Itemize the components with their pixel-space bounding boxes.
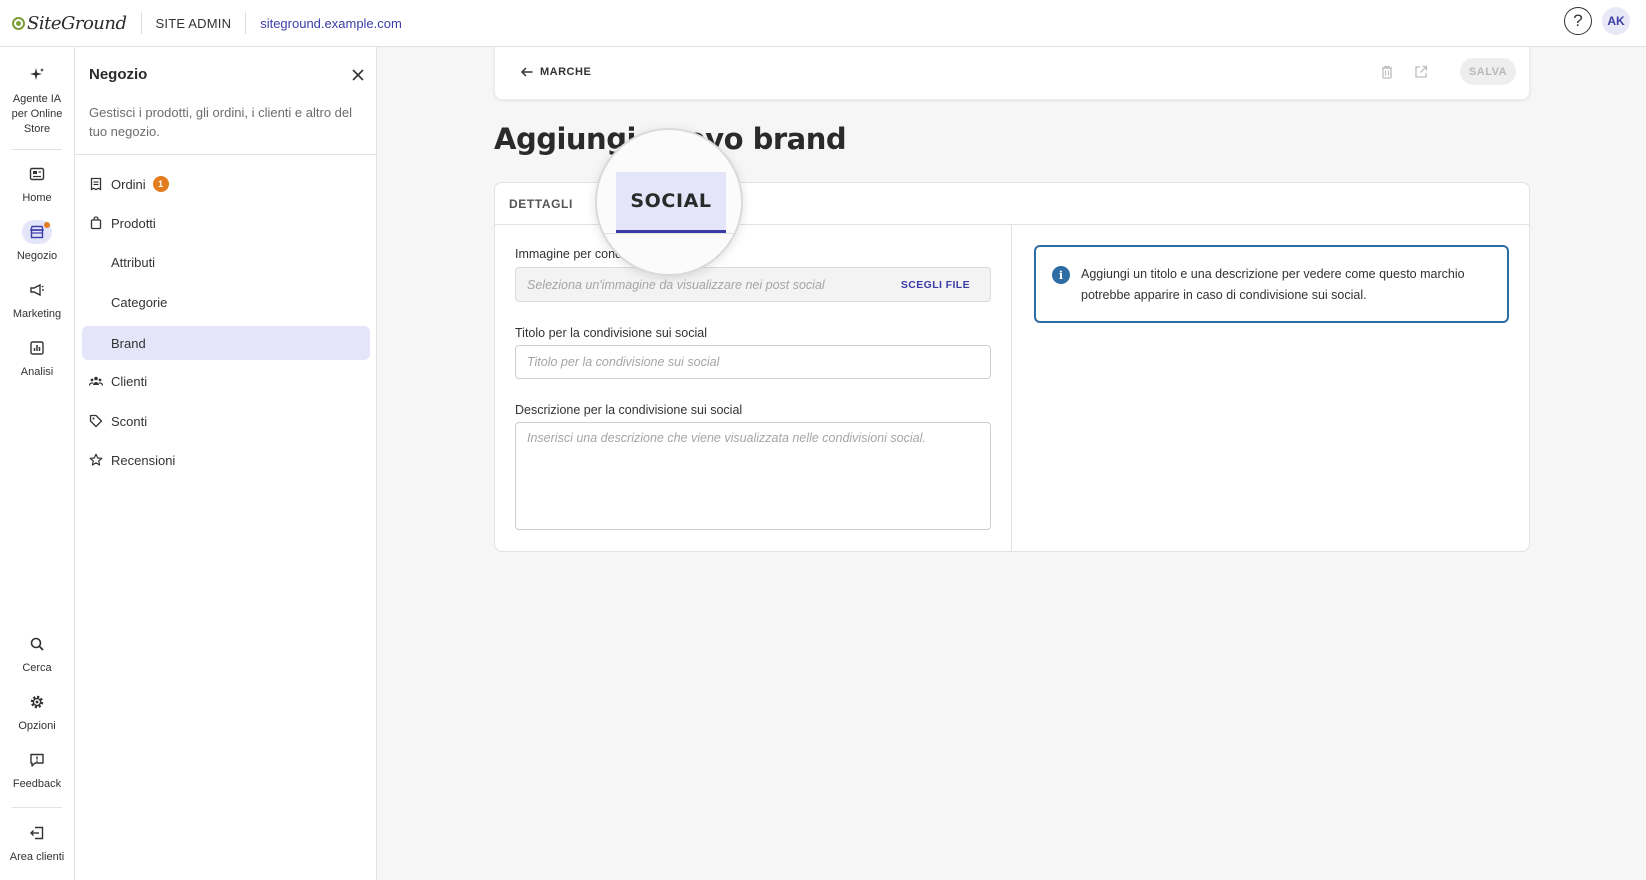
close-icon[interactable] — [351, 68, 365, 82]
sparkle-icon — [22, 63, 52, 87]
divider — [75, 154, 377, 155]
info-icon: i — [1052, 266, 1070, 284]
image-placeholder: Seleziona un'immagine da visualizzare ne… — [527, 277, 825, 292]
nav-label: Sconti — [111, 413, 148, 429]
nav-label: Clienti — [111, 373, 148, 389]
tab-details[interactable]: DETTAGLI — [509, 183, 573, 225]
title-field-label: Titolo per la condivisione sui social — [515, 326, 707, 340]
rail-label: Negozio — [16, 250, 58, 262]
rail-item-feedback[interactable]: Feedback — [0, 748, 74, 792]
nav-item-orders[interactable]: Ordini 1 — [82, 167, 370, 201]
rail-label: Opzioni — [18, 720, 56, 732]
rail-label: Agente IA per Online Store — [11, 93, 63, 135]
receipt-icon — [89, 177, 103, 191]
image-field[interactable]: Seleziona un'immagine da visualizzare ne… — [515, 267, 991, 302]
nav-label: Recensioni — [111, 452, 176, 468]
back-label: MARCHE — [540, 66, 592, 78]
home-icon — [22, 162, 52, 186]
rail-label: Area clienti — [9, 851, 65, 863]
rail-item-search[interactable]: Cerca — [0, 632, 74, 676]
rail-label: Analisi — [20, 366, 54, 378]
nav-item-brand[interactable]: Brand — [82, 326, 370, 360]
rail-item-home[interactable]: Home — [0, 162, 74, 206]
nav-item-customers[interactable]: Clienti — [82, 364, 370, 398]
chart-icon — [22, 336, 52, 360]
magnified-tab-social: SOCIAL — [616, 172, 726, 233]
rail-item-analytics[interactable]: Analisi — [0, 336, 74, 380]
nav-label: Categorie — [111, 294, 168, 310]
rail-label: Feedback — [12, 778, 62, 790]
trash-icon[interactable] — [1379, 64, 1395, 80]
panel-title: Negozio — [89, 66, 148, 83]
nav-label: Ordini — [111, 176, 146, 192]
rail-label: Home — [22, 192, 52, 204]
rail-item-options[interactable]: Opzioni — [0, 690, 74, 734]
social-description-textarea[interactable]: Inserisci una descrizione che viene visu… — [515, 422, 991, 530]
store-panel: Negozio Gestisci i prodotti, gli ordini,… — [75, 47, 377, 880]
nav-label: Attributi — [111, 254, 156, 270]
arrow-left-icon — [520, 67, 533, 77]
help-button[interactable]: ? — [1564, 7, 1592, 35]
nav-item-products[interactable]: Prodotti — [82, 206, 370, 240]
rail-item-client-area[interactable]: Area clienti — [0, 821, 74, 865]
store-icon — [22, 220, 52, 244]
description-placeholder: Inserisci una descrizione che viene visu… — [527, 431, 926, 445]
bag-icon — [89, 216, 103, 230]
divider — [12, 807, 62, 808]
rail-item-marketing[interactable]: Marketing — [0, 278, 74, 322]
external-link-icon[interactable] — [1413, 64, 1429, 80]
info-box: i Aggiungi un titolo e una descrizione p… — [1034, 245, 1509, 323]
nav-item-attributes[interactable]: Attributi — [82, 245, 370, 279]
avatar[interactable]: AK — [1602, 7, 1630, 35]
question-icon: ? — [1573, 11, 1583, 30]
back-to-brands-link[interactable]: MARCHE — [520, 65, 591, 79]
divider — [140, 12, 142, 34]
tab-label: DETTAGLI — [509, 197, 573, 211]
nav-label: Prodotti — [111, 215, 156, 231]
megaphone-icon — [22, 278, 52, 302]
choose-file-button[interactable]: SCEGLI FILE — [901, 279, 970, 291]
site-url-link[interactable]: siteground.example.com — [260, 16, 402, 31]
divider — [245, 12, 247, 34]
save-button[interactable]: SALVA — [1460, 58, 1516, 85]
search-icon — [22, 632, 52, 656]
editor-header: MARCHE SALVA — [494, 47, 1530, 100]
rail-label: Marketing — [12, 308, 62, 320]
orders-badge: 1 — [152, 176, 169, 192]
users-icon — [89, 374, 103, 388]
logout-icon — [22, 821, 52, 845]
panel-description: Gestisci i prodotti, gli ordini, i clien… — [89, 105, 353, 139]
magnifier-overlay: SOCIAL — [595, 128, 743, 276]
nav-label: Brand — [111, 335, 146, 351]
info-text: Aggiungi un titolo e una descrizione per… — [1081, 267, 1465, 302]
description-field-label: Descrizione per la condivisione sui soci… — [515, 403, 743, 417]
logo-mark-icon — [12, 16, 25, 30]
notification-dot — [44, 222, 50, 228]
feedback-icon — [22, 748, 52, 772]
siteground-logo[interactable]: SiteGround — [12, 0, 127, 46]
site-admin-label: SITE ADMIN — [155, 15, 232, 31]
left-rail: Agente IA per Online Store Home Negozio … — [0, 47, 75, 880]
rail-label: Cerca — [22, 662, 52, 674]
divider — [597, 233, 741, 234]
logo-text: SiteGround — [27, 12, 127, 34]
star-icon — [89, 453, 103, 467]
social-title-input[interactable]: Titolo per la condivisione sui social — [515, 345, 991, 379]
divider — [12, 149, 62, 150]
nav-item-discounts[interactable]: Sconti — [82, 404, 370, 438]
rail-item-ai-agent[interactable]: Agente IA per Online Store — [0, 63, 74, 137]
top-bar: SiteGround SITE ADMIN siteground.example… — [0, 0, 1646, 47]
tag-icon — [89, 414, 103, 428]
column-divider — [1011, 225, 1012, 552]
gear-icon — [22, 690, 52, 714]
nav-item-categories[interactable]: Categorie — [82, 285, 370, 319]
nav-item-reviews[interactable]: Recensioni — [82, 443, 370, 477]
rail-item-store[interactable]: Negozio — [0, 220, 74, 264]
title-placeholder: Titolo per la condivisione sui social — [527, 355, 720, 369]
